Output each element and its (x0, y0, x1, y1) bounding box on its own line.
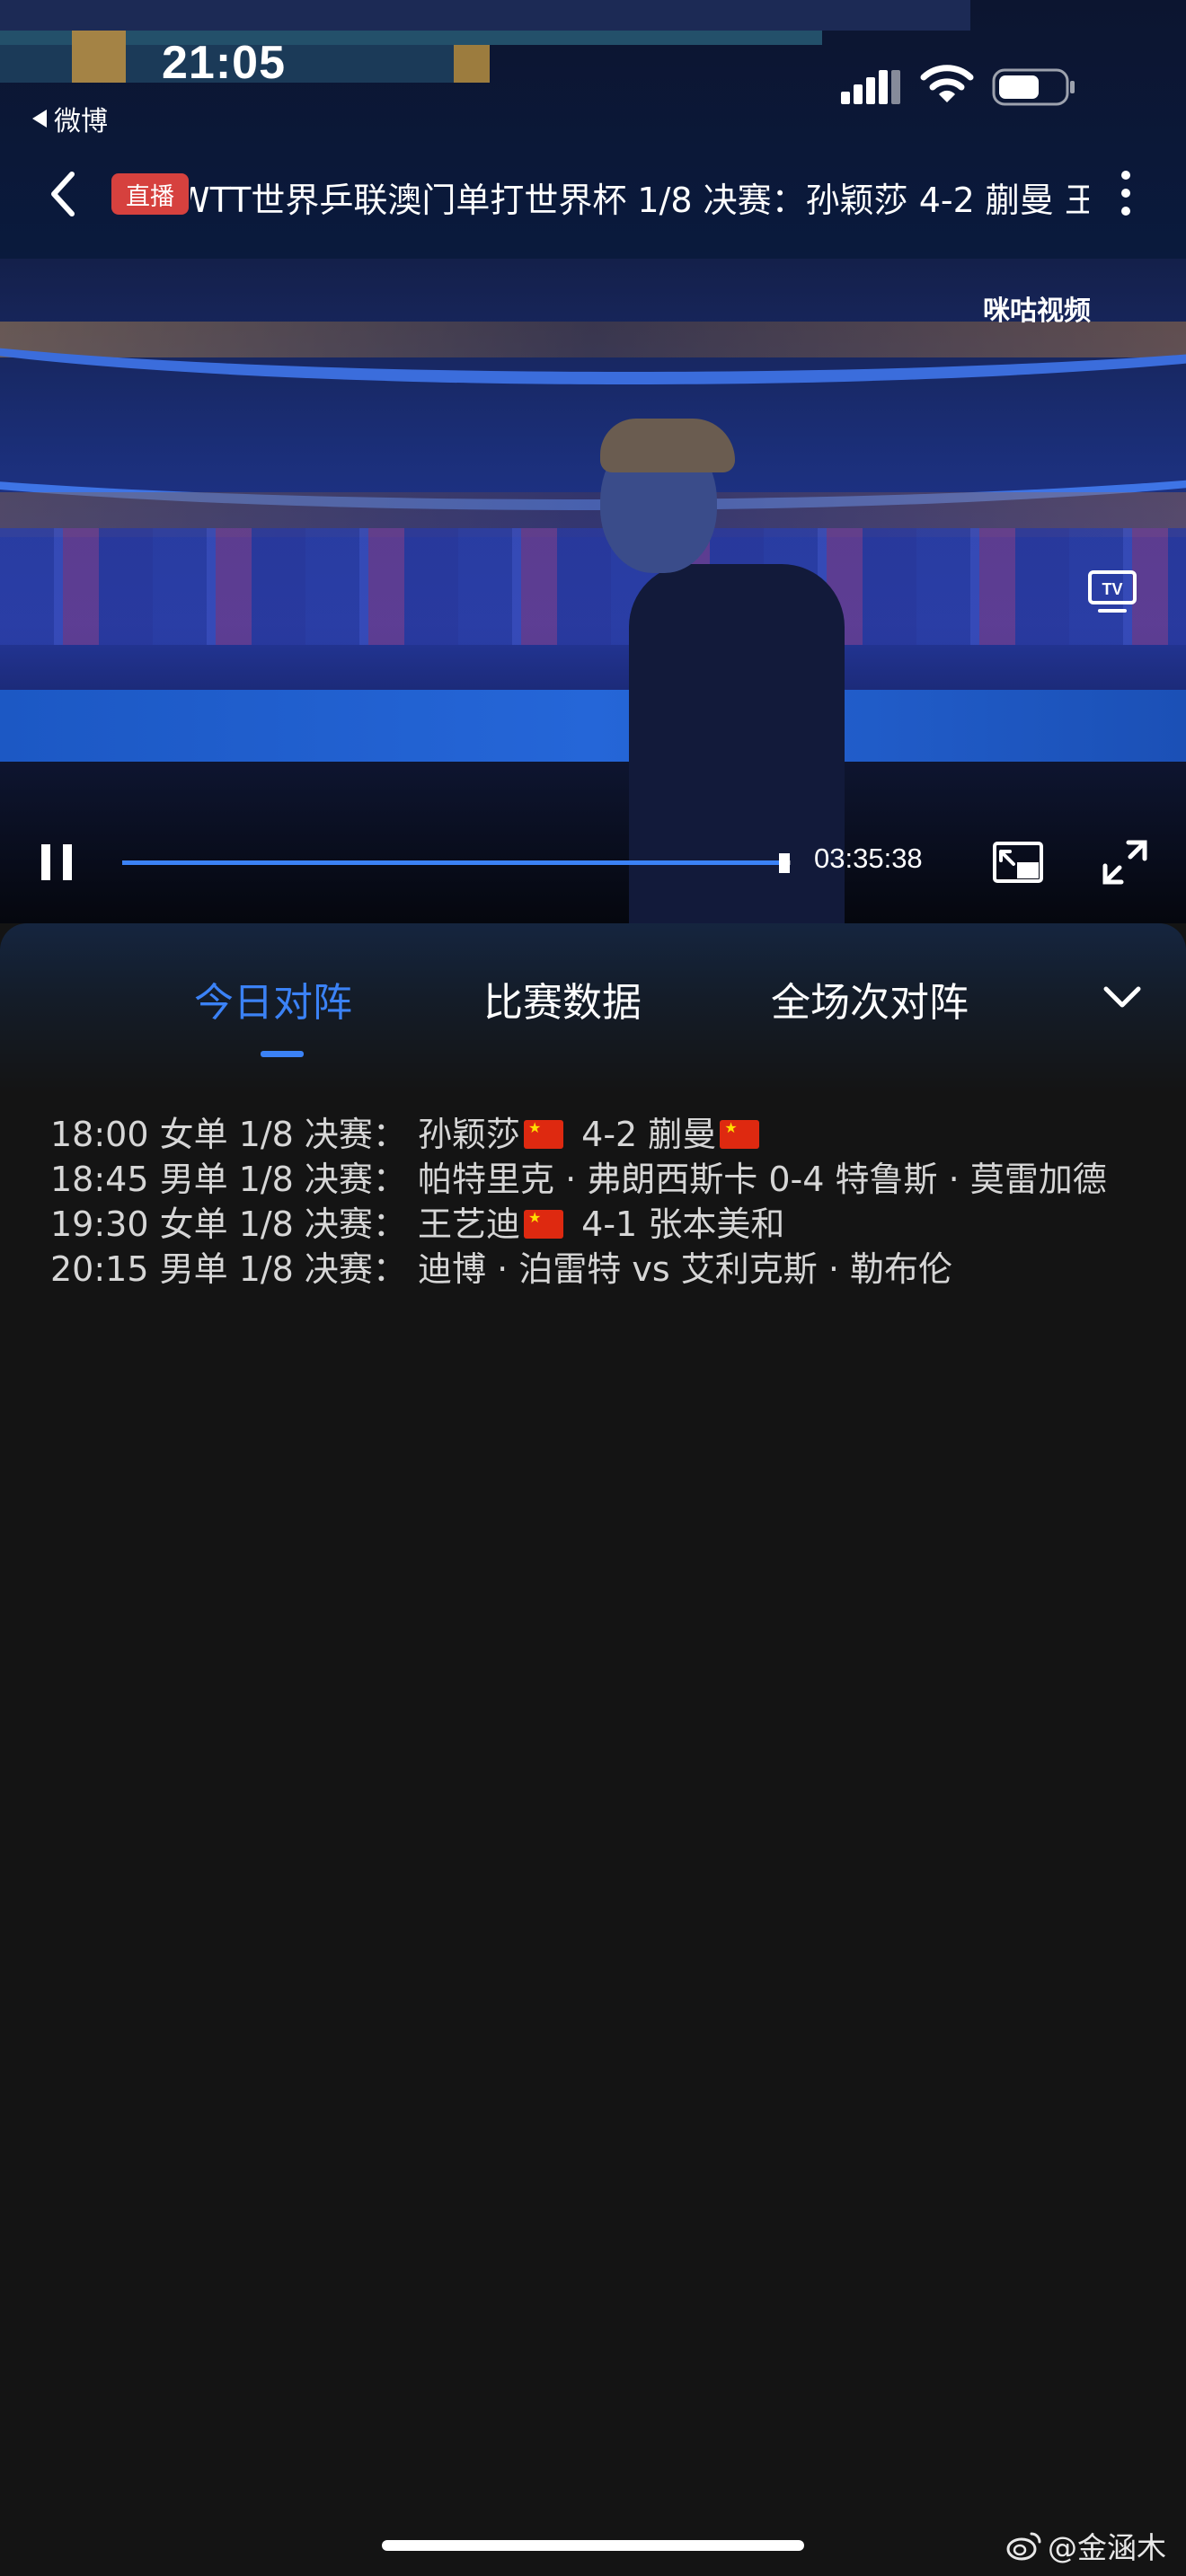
pause-bar-icon (41, 844, 50, 880)
progress-bar[interactable] (122, 853, 791, 873)
player-1: 迪博 · 泊雷特 (418, 1249, 622, 1289)
video-frame-scenery (0, 357, 1186, 510)
status-time: 21:05 (162, 37, 286, 89)
status-bar-artifact (0, 0, 970, 31)
schedule-row: 19:30 女单 1/8 决赛： 王艺迪 4-1 张本美和 (50, 1202, 1137, 1247)
cellular-signal-icon (841, 70, 900, 104)
tv-label: TV (1102, 580, 1122, 598)
live-badge: 直播 (111, 173, 189, 215)
player-1: 孙颖莎 (418, 1115, 521, 1154)
video-player[interactable]: 咪咕视频 TV 03:35:38 (0, 259, 1186, 923)
info-panel: 今日对阵 比赛数据 全场次对阵 18:00 女单 1/8 决赛： 孙颖莎 4-2… (0, 923, 1186, 2576)
tab-all-matches[interactable]: 全场次对阵 (771, 970, 969, 1026)
china-flag-icon (524, 1206, 564, 1239)
wifi-icon (920, 65, 974, 102)
back-app-label: 微博 (54, 106, 108, 137)
video-frame-scenery (0, 528, 1186, 645)
match-event: 女单 1/8 决赛： (159, 1115, 407, 1154)
match-time: 18:45 (50, 1160, 149, 1199)
player-1: 帕特里克 · 弗朗西斯卡 (418, 1160, 758, 1199)
tab-match-data[interactable]: 比赛数据 (483, 970, 642, 1026)
progress-fill (122, 860, 784, 865)
progress-handle[interactable] (778, 853, 790, 873)
match-score: 0-4 (768, 1160, 825, 1199)
schedule-list: 18:00 女单 1/8 决赛： 孙颖莎 4-2 蒯曼 18:45 男单 1/8… (50, 1112, 1137, 1292)
video-frame-person (600, 419, 735, 472)
pause-button[interactable] (41, 844, 74, 880)
player-2: 张本美和 (648, 1204, 785, 1244)
status-bar-artifact (454, 45, 490, 83)
match-time: 19:30 (50, 1204, 149, 1244)
weibo-handle: @金涵木 (1048, 2530, 1166, 2565)
pause-bar-icon (63, 844, 72, 880)
video-frame-person (629, 564, 845, 923)
match-time: 18:00 (50, 1115, 149, 1154)
schedule-row: 18:45 男单 1/8 决赛： 帕特里克 · 弗朗西斯卡 0-4 特鲁斯 · … (50, 1157, 1137, 1202)
player-2: 艾利克斯 · 勒布伦 (680, 1249, 953, 1289)
tab-today-matches[interactable]: 今日对阵 (194, 970, 352, 1026)
migu-logo-text: 咪咕视频 (983, 296, 1091, 326)
fullscreen-icon[interactable] (1102, 839, 1148, 886)
match-score: 4-1 (581, 1204, 638, 1244)
back-triangle-icon (32, 110, 47, 128)
match-event: 男单 1/8 决赛： (159, 1160, 407, 1199)
chevron-down-icon[interactable] (1102, 983, 1143, 1013)
match-time: 20:15 (50, 1249, 149, 1289)
match-score: 4-2 (581, 1115, 638, 1154)
match-event: 女单 1/8 决赛： (159, 1204, 407, 1244)
title-marquee: WTT世界乒联澳门单打世界杯 1/8 决赛：孙颖莎 4-2 蒯曼 王艺迪 4-1… (190, 167, 1089, 223)
video-frame-scenery (0, 690, 1186, 771)
weibo-watermark: @金涵木 (1006, 2526, 1166, 2565)
schedule-row: 18:00 女单 1/8 决赛： 孙颖莎 4-2 蒯曼 (50, 1112, 1137, 1157)
back-to-app-link[interactable]: 微博 (32, 99, 108, 138)
battery-icon (992, 68, 1075, 106)
player-1: 王艺迪 (418, 1204, 521, 1244)
status-bar-artifact (72, 31, 126, 83)
more-dot-icon (1121, 207, 1130, 216)
picture-in-picture-icon[interactable] (992, 841, 1044, 886)
player-2: 蒯曼 (648, 1115, 717, 1154)
home-indicator[interactable] (382, 2540, 804, 2551)
back-button[interactable] (45, 169, 81, 219)
china-flag-icon (524, 1116, 564, 1149)
page-title: WTT世界乒联澳门单打世界杯 1/8 决赛：孙颖莎 4-2 蒯曼 王艺迪 4-1… (190, 181, 1089, 220)
screen: 21:05 微博 直播 WTT世界乒联澳门单打世界杯 1/8 决赛：孙颖莎 4-… (0, 0, 1186, 2576)
weibo-logo-icon (1006, 2532, 1041, 2561)
schedule-row: 20:15 男单 1/8 决赛： 迪博 · 泊雷特 vs 艾利克斯 · 勒布伦 (50, 1247, 1137, 1292)
more-options-button[interactable] (1114, 165, 1137, 223)
player-2: 特鲁斯 · 莫雷加德 (835, 1160, 1107, 1199)
active-tab-indicator (261, 1051, 304, 1057)
tv-cast-icon[interactable]: TV (1087, 569, 1137, 614)
china-flag-icon (720, 1116, 760, 1149)
migu-video-logo: 咪咕视频 (983, 296, 1091, 326)
top-bar: 21:05 微博 直播 WTT世界乒联澳门单打世界杯 1/8 决赛：孙颖莎 4-… (0, 0, 1186, 259)
match-event: 男单 1/8 决赛： (159, 1249, 407, 1289)
more-dot-icon (1121, 189, 1130, 198)
current-time: 03:35:38 (814, 842, 923, 874)
tab-bar: 今日对阵 比赛数据 全场次对阵 (0, 923, 1186, 1094)
more-dot-icon (1121, 171, 1130, 180)
match-score: vs (632, 1249, 670, 1289)
